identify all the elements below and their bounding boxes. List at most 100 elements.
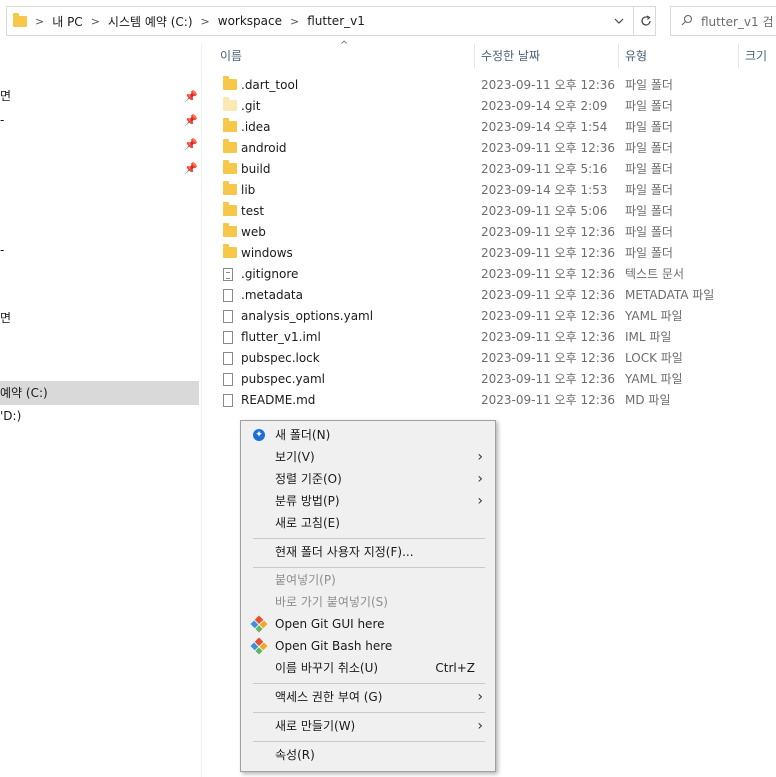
file-name: .gitignore xyxy=(241,267,299,281)
chevron-right-icon: › xyxy=(477,471,483,487)
file-date: 2023-09-11 오후 12:36 xyxy=(481,267,616,281)
file-date: 2023-09-11 오후 12:36 xyxy=(481,351,616,365)
chevron-down-icon[interactable] xyxy=(605,7,633,35)
nav-item[interactable]: - xyxy=(0,110,4,130)
list-item[interactable]: .gitignore 2023-09-11 오후 12:36 텍스트 문서 xyxy=(220,264,776,285)
column-divider[interactable] xyxy=(618,44,619,68)
file-date: 2023-09-11 오후 12:36 xyxy=(481,225,616,239)
list-item[interactable]: web 2023-09-11 오후 12:36 파일 폴더 xyxy=(220,222,776,243)
refresh-icon[interactable] xyxy=(633,7,658,35)
menu-separator xyxy=(253,683,485,684)
nav-item[interactable]: 면 xyxy=(0,308,11,328)
search-icon xyxy=(681,14,693,29)
breadcrumb-my-pc[interactable]: 내 PC xyxy=(46,13,88,30)
column-header-name[interactable]: 이름 xyxy=(220,44,242,68)
list-item[interactable]: lib 2023-09-14 오후 1:53 파일 폴더 xyxy=(220,180,776,201)
chevron-right-icon[interactable]: > xyxy=(89,15,102,28)
folder-icon xyxy=(223,139,237,153)
chevron-right-icon: › xyxy=(477,718,483,734)
menu-item-refresh[interactable]: 새로 고침(E) xyxy=(241,512,495,534)
folder-icon xyxy=(223,97,237,111)
list-item[interactable]: .idea 2023-09-14 오후 1:54 파일 폴더 xyxy=(220,117,776,138)
breadcrumb: > 내 PC > 시스템 예약 (C:) > workspace > flutt… xyxy=(13,7,371,35)
file-date: 2023-09-11 오후 12:36 xyxy=(481,141,616,155)
chevron-right-icon[interactable]: > xyxy=(199,15,212,28)
file-icon xyxy=(223,352,233,365)
list-item[interactable]: analysis_options.yaml 2023-09-11 오후 12:3… xyxy=(220,306,776,327)
list-item[interactable]: test 2023-09-11 오후 5:06 파일 폴더 xyxy=(220,201,776,222)
file-type: MD 파일 xyxy=(625,393,671,407)
list-item[interactable]: build 2023-09-11 오후 5:16 파일 폴더 xyxy=(220,159,776,180)
file-type: METADATA 파일 xyxy=(625,288,715,302)
file-name: .metadata xyxy=(241,288,303,302)
file-type: 파일 폴더 xyxy=(625,141,673,155)
breadcrumb-c-drive[interactable]: 시스템 예약 (C:) xyxy=(102,13,199,30)
menu-item-view[interactable]: 보기(V) › xyxy=(241,446,495,468)
menu-item-paste-shortcut: 바로 가기 붙여넣기(S) xyxy=(275,595,388,609)
column-header-size[interactable]: 크기 xyxy=(745,44,767,68)
list-item[interactable]: .dart_tool 2023-09-11 오후 12:36 파일 폴더 xyxy=(220,75,776,96)
file-name: windows xyxy=(241,246,293,260)
menu-item-properties[interactable]: 속성(R) xyxy=(241,744,495,766)
file-type: 파일 폴더 xyxy=(625,183,673,197)
menu-item-customize[interactable]: 현재 폴더 사용자 지정(F)... xyxy=(241,541,495,563)
menu-item-git-gui[interactable]: Open Git GUI here xyxy=(241,613,495,635)
list-item[interactable]: pubspec.yaml 2023-09-11 오후 12:36 YAML 파일 xyxy=(220,369,776,390)
menu-item-new[interactable]: 새로 만들기(W) › xyxy=(241,715,495,737)
file-type: YAML 파일 xyxy=(625,309,683,323)
folder-icon xyxy=(13,12,27,27)
breadcrumb-workspace[interactable]: workspace xyxy=(212,14,288,28)
list-item[interactable]: android 2023-09-11 오후 12:36 파일 폴더 xyxy=(220,138,776,159)
file-name: .git xyxy=(241,99,261,113)
file-type: LOCK 파일 xyxy=(625,351,683,365)
column-header-type[interactable]: 유형 xyxy=(625,44,647,68)
file-name: pubspec.lock xyxy=(241,351,320,365)
pin-icon: 📌 xyxy=(184,162,198,175)
menu-separator xyxy=(253,712,485,713)
menu-item-git-bash[interactable]: Open Git Bash here xyxy=(241,635,495,657)
chevron-right-icon[interactable]: > xyxy=(288,15,301,28)
new-folder-icon: ✦ xyxy=(253,429,265,441)
menu-item-paste: 붙여넣기(P) xyxy=(275,573,336,587)
chevron-right-icon: › xyxy=(477,689,483,705)
menu-item-new-folder[interactable]: ✦ 새 폴더(N) xyxy=(241,424,495,446)
sort-ascending-icon: ^ xyxy=(340,40,349,51)
search-placeholder: flutter_v1 검 xyxy=(701,14,774,29)
list-item[interactable]: windows 2023-09-11 오후 12:36 파일 폴더 xyxy=(220,243,776,264)
file-icon xyxy=(223,373,233,386)
nav-item[interactable]: 면 xyxy=(0,86,11,106)
file-name: analysis_options.yaml xyxy=(241,309,374,323)
file-type: YAML 파일 xyxy=(625,372,683,386)
pin-icon: 📌 xyxy=(184,114,198,127)
column-divider[interactable] xyxy=(738,44,739,68)
file-date: 2023-09-11 오후 12:36 xyxy=(481,309,616,323)
breadcrumb-flutter-v1[interactable]: flutter_v1 xyxy=(301,14,371,28)
column-header-date[interactable]: 수정한 날짜 xyxy=(481,44,540,68)
file-name: android xyxy=(241,141,287,155)
file-name: test xyxy=(241,204,265,218)
menu-item-sort-by[interactable]: 정렬 기준(O) › xyxy=(241,468,495,490)
folder-icon xyxy=(223,181,237,195)
file-name: lib xyxy=(241,183,256,197)
column-divider[interactable] xyxy=(474,44,475,68)
address-bar[interactable]: > 내 PC > 시스템 예약 (C:) > workspace > flutt… xyxy=(6,6,656,36)
list-item[interactable]: .metadata 2023-09-11 오후 12:36 METADATA 파… xyxy=(220,285,776,306)
menu-item-undo-rename[interactable]: 이름 바꾸기 취소(U) Ctrl+Z xyxy=(241,657,495,679)
folder-icon xyxy=(223,118,237,132)
file-icon xyxy=(223,289,233,302)
search-input[interactable]: flutter_v1 검 xyxy=(670,6,776,36)
menu-item-give-access[interactable]: 액세스 권한 부여 (G) › xyxy=(241,686,495,708)
list-item[interactable]: README.md 2023-09-11 오후 12:36 MD 파일 xyxy=(220,390,776,411)
list-item[interactable]: .git 2023-09-14 오후 2:09 파일 폴더 xyxy=(220,96,776,117)
pane-divider[interactable] xyxy=(201,44,202,777)
nav-item[interactable]: - xyxy=(0,240,4,260)
text-file-icon xyxy=(223,268,233,281)
list-item[interactable]: pubspec.lock 2023-09-11 오후 12:36 LOCK 파일 xyxy=(220,348,776,369)
nav-item-d-drive[interactable]: 'D:) xyxy=(0,406,21,426)
menu-separator xyxy=(253,538,485,539)
menu-item-group-by[interactable]: 분류 방법(P) › xyxy=(241,490,495,512)
chevron-right-icon[interactable]: > xyxy=(33,15,46,28)
nav-item-c-drive[interactable]: 예약 (C:) xyxy=(0,381,199,405)
list-item[interactable]: flutter_v1.iml 2023-09-11 오후 12:36 IML 파… xyxy=(220,327,776,348)
file-name: pubspec.yaml xyxy=(241,372,325,386)
